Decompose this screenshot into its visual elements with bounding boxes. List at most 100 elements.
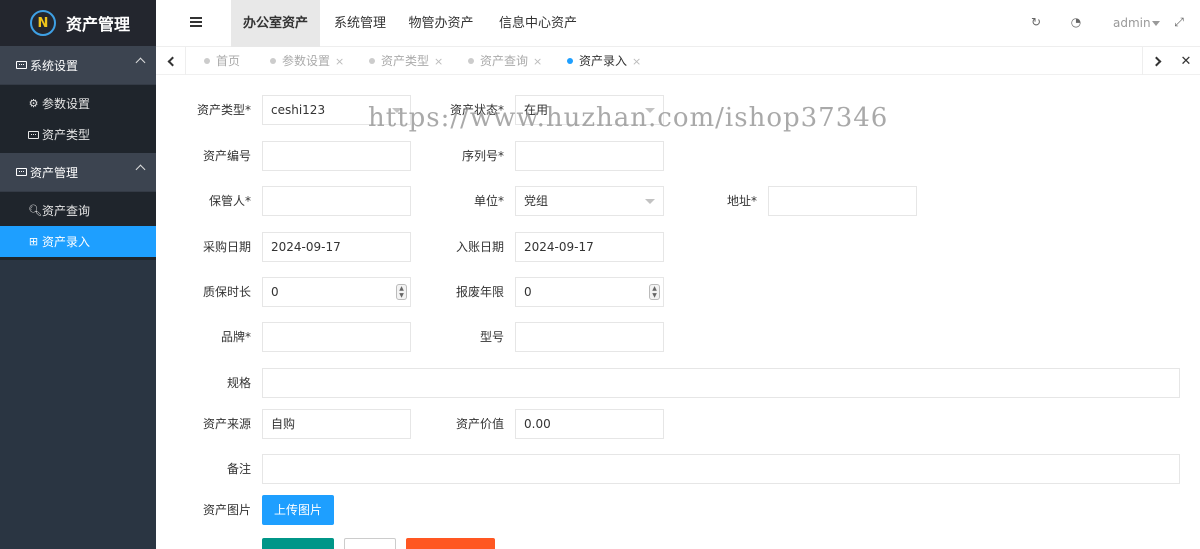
- page-tab-asset-types[interactable]: 资产类型 ×: [369, 47, 443, 75]
- sidebar-item-param-settings[interactable]: ⚙ 参数设置: [0, 88, 156, 119]
- scroll-left-button[interactable]: [156, 47, 186, 75]
- warranty-label: 质保时长: [202, 285, 251, 299]
- serial-no-label: 序列号*: [461, 149, 504, 163]
- scrap-years-value: 0: [524, 285, 532, 299]
- sidebar-group-asset-management[interactable]: 资产管理: [0, 153, 156, 192]
- asset-type-label: 资产类型*: [196, 103, 251, 117]
- remark-label: 备注: [226, 462, 251, 476]
- sidebar-group-label: 资产管理: [30, 165, 79, 180]
- page-tab-param-settings[interactable]: 参数设置 ×: [270, 47, 344, 75]
- sidebar-item-label: 参数设置: [42, 97, 91, 111]
- chevron-left-icon: [167, 56, 177, 66]
- brand-input[interactable]: [262, 322, 411, 352]
- keyboard-icon: [28, 130, 39, 139]
- tab-dot: [204, 58, 210, 64]
- app-logo[interactable]: N 资产管理: [0, 0, 156, 46]
- address-input[interactable]: [768, 186, 917, 216]
- close-tabs-button[interactable]: ✕: [1172, 47, 1200, 75]
- spinner-icon[interactable]: ▲ ▼: [396, 284, 407, 300]
- tab-property-office-assets[interactable]: 物管办资产: [406, 0, 476, 47]
- page-tab-asset-entry[interactable]: 资产录入 ×: [567, 47, 641, 75]
- page-tab-label: 资产类型: [381, 54, 430, 68]
- top-header: 办公室资产 系统管理 物管办资产 信息中心资产 ↻ ◔ admin ⤢: [156, 0, 1200, 47]
- tab-dot: [468, 58, 474, 64]
- asset-status-label: 资产状态*: [449, 103, 504, 117]
- tab-dot: [369, 58, 375, 64]
- page-tab-home[interactable]: 首页: [204, 47, 240, 75]
- keyboard-icon: [16, 168, 27, 176]
- purchase-date-label: 采购日期: [202, 240, 251, 254]
- sidebar-item-label: 资产录入: [42, 235, 91, 249]
- chevron-up-icon: [135, 164, 146, 175]
- unit-label: 单位*: [473, 194, 504, 208]
- remark-input[interactable]: [262, 454, 1180, 484]
- asset-image-label: 资产图片: [202, 503, 251, 517]
- serial-no-input[interactable]: [515, 141, 664, 171]
- asset-entry-form: 资产类型* ceshi123 资产状态* 在用 资产编号 序列号* 保管人* 单…: [156, 76, 1200, 549]
- dashboard-icon[interactable]: ◔: [1070, 16, 1082, 28]
- sidebar-group-system-settings[interactable]: 系统设置: [0, 46, 156, 85]
- tab-dot: [567, 58, 573, 64]
- spec-input[interactable]: [262, 368, 1180, 398]
- address-label: 地址*: [726, 194, 757, 208]
- custodian-label: 保管人*: [208, 194, 251, 208]
- extra-action-button[interactable]: [406, 538, 495, 549]
- sidebar-item-label: 资产类型: [42, 128, 91, 142]
- scroll-right-button[interactable]: [1142, 47, 1172, 75]
- close-icon[interactable]: ×: [335, 55, 344, 68]
- warranty-input[interactable]: 0 ▲ ▼: [262, 277, 411, 307]
- refresh-icon[interactable]: ↻: [1030, 16, 1042, 28]
- source-label: 资产来源: [202, 417, 251, 431]
- asset-value-input[interactable]: 0.00: [515, 409, 664, 439]
- model-input[interactable]: [515, 322, 664, 352]
- custodian-input[interactable]: [262, 186, 411, 216]
- asset-status-select[interactable]: 在用: [515, 95, 664, 125]
- tab-system-management[interactable]: 系统管理: [326, 0, 394, 47]
- close-icon[interactable]: ×: [434, 55, 443, 68]
- purchase-date-input[interactable]: 2024-09-17: [262, 232, 411, 262]
- close-icon[interactable]: ×: [632, 55, 641, 68]
- page-tab-label: 资产查询: [480, 54, 529, 68]
- tab-dot: [270, 58, 276, 64]
- tab-office-assets[interactable]: 办公室资产: [231, 0, 320, 47]
- sidebar-item-asset-query[interactable]: 🔍︎ 资产查询: [0, 195, 156, 226]
- sidebar-sublist: 🔍︎ 资产查询 ⊞ 资产录入: [0, 192, 156, 260]
- close-icon[interactable]: ×: [533, 55, 542, 68]
- sidebar-item-asset-types[interactable]: 资产类型: [0, 119, 156, 150]
- warranty-value: 0: [271, 285, 279, 299]
- spec-label: 规格: [226, 376, 251, 390]
- menu-toggle-icon[interactable]: [190, 17, 202, 27]
- source-input[interactable]: 自购: [262, 409, 411, 439]
- asset-no-input[interactable]: [262, 141, 411, 171]
- entry-date-label: 入账日期: [455, 240, 504, 254]
- chevron-right-icon: [1151, 56, 1161, 66]
- fullscreen-icon[interactable]: ⤢: [1173, 16, 1185, 28]
- tab-info-center-assets[interactable]: 信息中心资产: [496, 0, 580, 47]
- spinner-icon[interactable]: ▲ ▼: [649, 284, 660, 300]
- reset-button[interactable]: [344, 538, 396, 549]
- keyboard-icon: [16, 61, 27, 69]
- brand-label: 品牌*: [220, 330, 251, 344]
- entry-date-input[interactable]: 2024-09-17: [515, 232, 664, 262]
- search-icon: 🔍︎: [28, 204, 42, 217]
- asset-value-label: 资产价值: [455, 417, 504, 431]
- asset-type-select[interactable]: ceshi123: [262, 95, 411, 125]
- sidebar-item-asset-entry[interactable]: ⊞ 资产录入: [0, 226, 156, 257]
- plus-square-icon: ⊞: [28, 235, 39, 248]
- asset-no-label: 资产编号: [202, 149, 251, 163]
- unit-select[interactable]: 党组: [515, 186, 664, 216]
- sidebar-group-label: 系统设置: [30, 58, 79, 73]
- scrap-years-input[interactable]: 0 ▲ ▼: [515, 277, 664, 307]
- page-tab-strip: 首页 参数设置 × 资产类型 × 资产查询 × 资产录入 × ✕: [156, 47, 1200, 75]
- page-tab-label: 首页: [216, 54, 241, 68]
- gear-icon: ⚙: [28, 97, 39, 110]
- page-tab-label: 参数设置: [282, 54, 331, 68]
- user-menu[interactable]: admin: [1113, 16, 1151, 30]
- sidebar-sublist: ⚙ 参数设置 资产类型: [0, 85, 156, 153]
- logo-icon: N: [30, 10, 56, 36]
- submit-button[interactable]: [262, 538, 334, 549]
- upload-image-button[interactable]: 上传图片: [262, 495, 334, 525]
- chevron-up-icon: [135, 57, 146, 68]
- page-tab-label: 资产录入: [579, 54, 628, 68]
- page-tab-asset-query[interactable]: 资产查询 ×: [468, 47, 542, 75]
